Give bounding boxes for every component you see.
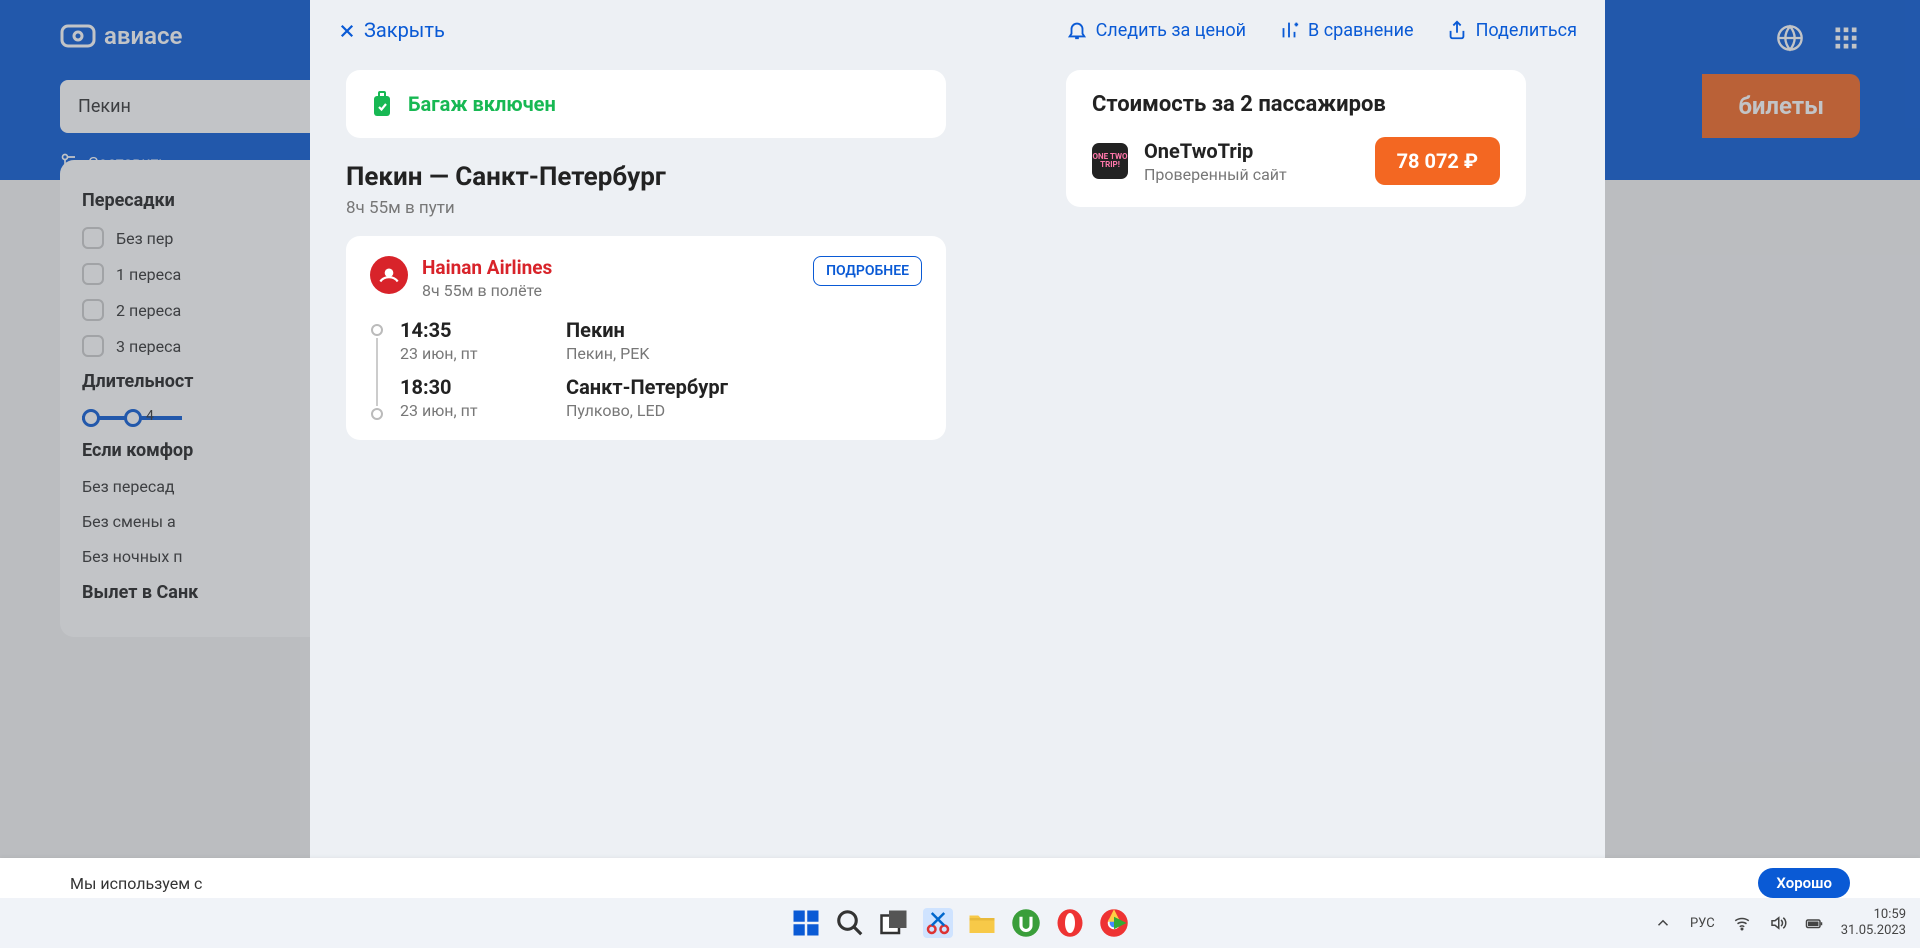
compare-button[interactable]: В сравнение — [1278, 19, 1414, 41]
volume-icon[interactable] — [1769, 914, 1787, 932]
arrival-airport: Пулково, LED — [566, 401, 728, 420]
details-button[interactable]: ПОДРОБНЕЕ — [813, 256, 922, 286]
ticket-details-modal: Закрыть Следить за ценой В сравнение Под… — [310, 0, 1605, 883]
chevron-up-icon[interactable] — [1654, 914, 1672, 932]
arrival-city: Санкт-Петербург — [566, 375, 728, 399]
battery-icon[interactable] — [1805, 914, 1823, 932]
date-text: 31.05.2023 — [1841, 923, 1906, 939]
flight-duration: 8ч 55м в полёте — [422, 281, 552, 300]
flight-segment-card: Hainan Airlines 8ч 55м в полёте ПОДРОБНЕ… — [346, 236, 946, 440]
baggage-text: Багаж включен — [408, 92, 556, 116]
arrival-date: 23 июн, пт — [400, 401, 530, 420]
agent-logo: ONE TWO TRIP! — [1092, 143, 1128, 179]
utorrent-icon[interactable] — [1011, 908, 1041, 938]
opera-icon[interactable] — [1055, 908, 1085, 938]
windows-taskbar: РУС 10:59 31.05.2023 — [0, 898, 1920, 948]
departure-airport: Пекин, PEK — [566, 344, 649, 363]
time-text: 10:59 — [1841, 907, 1906, 923]
route-title: Пекин — Санкт-Петербург — [346, 162, 946, 192]
compare-label: В сравнение — [1308, 20, 1414, 41]
share-icon — [1446, 19, 1468, 41]
explorer-icon[interactable] — [967, 908, 997, 938]
share-label: Поделиться — [1476, 20, 1577, 41]
taskview-icon[interactable] — [879, 908, 909, 938]
agent-subtitle: Проверенный сайт — [1144, 165, 1359, 184]
wifi-icon[interactable] — [1733, 914, 1751, 932]
route-duration: 8ч 55м в пути — [346, 198, 946, 218]
share-button[interactable]: Поделиться — [1446, 19, 1577, 41]
departure-city: Пекин — [566, 318, 649, 342]
follow-label: Следить за ценой — [1096, 20, 1246, 41]
departure-date: 23 июн, пт — [400, 344, 530, 363]
cookie-text: Мы используем с — [70, 874, 202, 893]
follow-price-button[interactable]: Следить за ценой — [1066, 19, 1246, 41]
language-indicator[interactable]: РУС — [1690, 916, 1715, 931]
airline-name: Hainan Airlines — [422, 256, 552, 279]
close-icon — [338, 21, 356, 39]
agent-name: OneTwoTrip — [1144, 139, 1359, 163]
start-button[interactable] — [791, 908, 821, 938]
departure-time: 14:35 — [400, 318, 530, 342]
close-button[interactable]: Закрыть — [338, 18, 445, 42]
search-icon[interactable] — [835, 908, 865, 938]
arrival-time: 18:30 — [400, 375, 530, 399]
snipping-tool-icon[interactable] — [923, 908, 953, 938]
close-label: Закрыть — [364, 18, 445, 42]
bell-icon — [1066, 19, 1088, 41]
timeline-rail — [370, 318, 384, 420]
airline-logo — [370, 256, 408, 294]
cookie-accept-button[interactable]: Хорошо — [1758, 868, 1850, 898]
compare-icon — [1278, 19, 1300, 41]
baggage-icon — [370, 90, 394, 118]
buy-button[interactable]: 78 072 ₽ — [1375, 137, 1500, 185]
price-title: Стоимость за 2 пассажиров — [1092, 92, 1500, 117]
arrival-row: 18:30 23 июн, пт Санкт-Петербург Пулково… — [400, 375, 922, 420]
clock[interactable]: 10:59 31.05.2023 — [1841, 907, 1906, 938]
chrome-icon[interactable] — [1099, 908, 1129, 938]
price-card: Стоимость за 2 пассажиров ONE TWO TRIP! … — [1066, 70, 1526, 207]
baggage-badge: Багаж включен — [346, 70, 946, 138]
departure-row: 14:35 23 июн, пт Пекин Пекин, PEK — [400, 318, 922, 363]
